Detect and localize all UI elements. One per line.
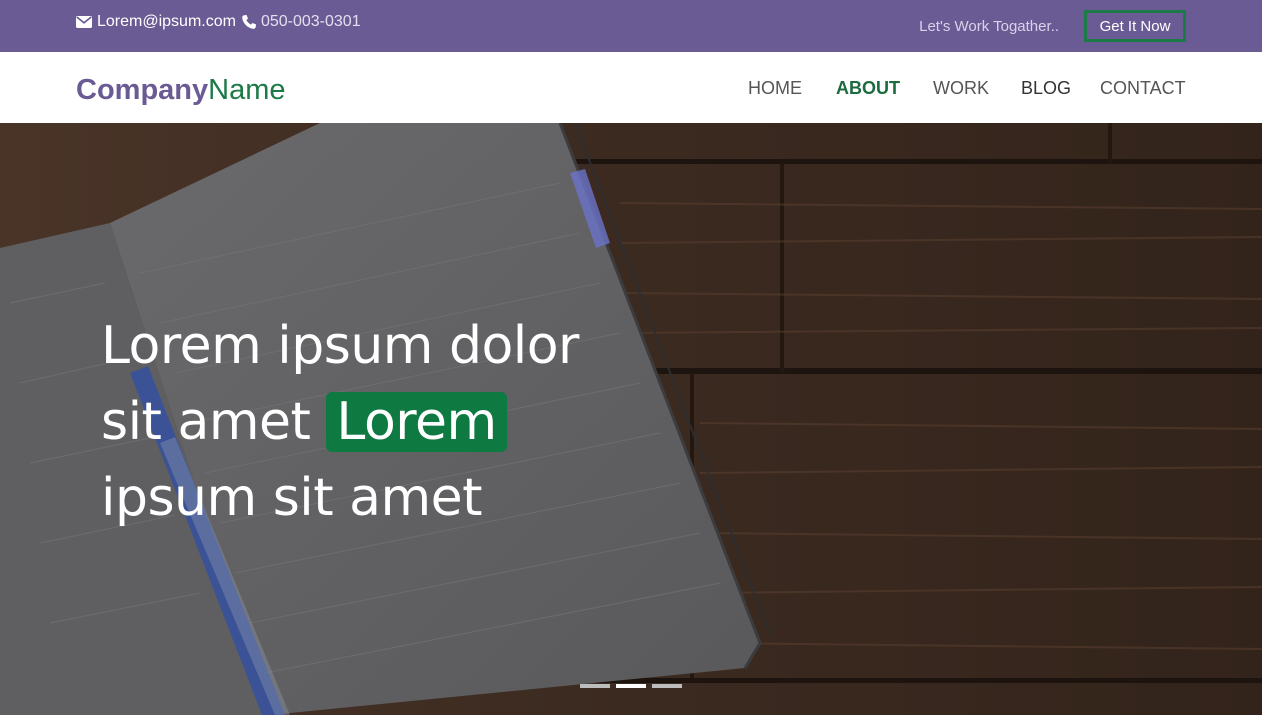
hero-carousel: Lorem ipsum dolor sit amet Lorem ipsum s… (0, 123, 1262, 715)
phone-icon (241, 14, 257, 30)
email-link[interactable]: Lorem@ipsum.com (97, 13, 236, 31)
carousel-indicators (580, 684, 682, 688)
nav-work[interactable]: WORK (933, 78, 989, 99)
nav-about[interactable]: ABOUT (836, 78, 900, 99)
envelope-icon (76, 15, 92, 29)
carousel-indicator-1[interactable] (580, 684, 610, 688)
headline-line-3: ipsum sit amet (101, 468, 483, 528)
nav-home[interactable]: HOME (748, 78, 802, 99)
brand-name: Name (208, 74, 286, 106)
hero-headline: Lorem ipsum dolor sit amet Lorem ipsum s… (101, 308, 579, 536)
carousel-indicator-3[interactable] (652, 684, 682, 688)
tagline: Let's Work Togather.. (919, 18, 1059, 35)
brand-logo[interactable]: CompanyName (76, 72, 286, 108)
headline-highlight: Lorem (326, 392, 507, 452)
phone-number[interactable]: 050-003-0301 (261, 13, 361, 31)
contact-info: Lorem@ipsum.com 050-003-0301 (76, 13, 361, 31)
carousel-indicator-2[interactable] (616, 684, 646, 688)
nav-contact[interactable]: CONTACT (1100, 78, 1186, 99)
headline-line-2: sit amet (101, 392, 311, 452)
navbar: CompanyName HOME ABOUT WORK BLOG CONTACT (0, 52, 1262, 123)
top-bar: Lorem@ipsum.com 050-003-0301 Let's Work … (0, 0, 1262, 52)
nav-blog[interactable]: BLOG (1021, 78, 1071, 99)
headline-line-1: Lorem ipsum dolor (101, 316, 579, 376)
brand-company: Company (76, 74, 209, 106)
get-it-now-button[interactable]: Get It Now (1084, 10, 1186, 42)
